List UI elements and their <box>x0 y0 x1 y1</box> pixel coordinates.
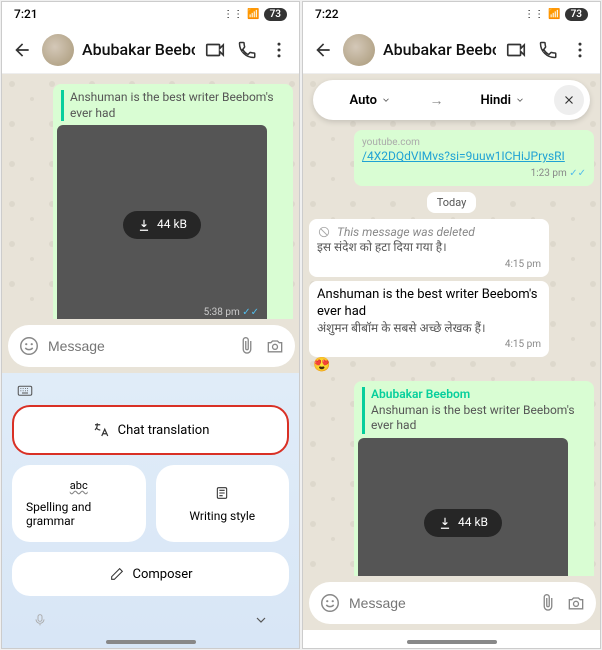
screen-left: 7:21 ⋮⋮ 📶 73 Abubakar Beebom Anshuman is… <box>1 1 300 649</box>
status-time: 7:22 <box>315 7 339 21</box>
screen-right: 7:22 ⋮⋮ 📶 73 Abubakar Beebom Auto → <box>302 1 601 649</box>
arrow-right-icon: → <box>422 92 452 109</box>
battery-level: 73 <box>264 8 287 21</box>
deleted-text-en: This message was deleted <box>337 225 475 241</box>
mic-small-icon[interactable] <box>32 612 48 628</box>
attach-icon[interactable] <box>237 336 257 356</box>
wifi-icon: ⋮⋮ <box>524 9 544 20</box>
avatar[interactable] <box>42 34 74 66</box>
status-icons: ⋮⋮ 📶 73 <box>524 8 588 21</box>
spelling-icon: abc <box>70 479 88 492</box>
status-time: 7:21 <box>14 7 38 21</box>
translate-to[interactable]: Hindi <box>452 93 555 108</box>
signal-icon: 📶 <box>548 9 560 20</box>
message-time: 4:15 pm <box>317 338 541 351</box>
file-size: 44 kB <box>157 217 187 233</box>
message-text-field[interactable] <box>349 595 530 611</box>
chat-area[interactable]: Auto → Hindi youtube.com /4X2DQdVIMvs?si… <box>303 74 600 576</box>
chat-area[interactable]: Anshuman is the best writer Beebom's eve… <box>2 74 299 319</box>
outgoing-link-message[interactable]: youtube.com /4X2DQdVIMvs?si=9uuw1ICHiJPr… <box>354 130 594 186</box>
emoji-icon[interactable] <box>18 335 40 357</box>
status-bar: 7:21 ⋮⋮ 📶 73 <box>2 2 299 26</box>
media-attachment[interactable]: 44 kB <box>358 438 568 576</box>
translate-bar: Auto → Hindi <box>313 80 590 120</box>
back-icon[interactable] <box>10 38 34 62</box>
message-time: 5:38 pm ✓✓ <box>204 306 259 319</box>
composer-label: Composer <box>133 567 193 582</box>
composer-button[interactable]: Composer <box>12 552 289 596</box>
status-bar: 7:22 ⋮⋮ 📶 73 <box>303 2 600 26</box>
deleted-message[interactable]: This message was deleted इस संदेश को हटा… <box>309 219 549 277</box>
media-attachment[interactable]: 44 kB 5:38 pm ✓✓ <box>57 125 267 319</box>
close-icon[interactable] <box>554 85 584 115</box>
read-ticks-icon: ✓✓ <box>569 168 586 179</box>
incoming-translated-message[interactable]: Anshuman is the best writer Beebom's eve… <box>309 281 549 357</box>
writing-style-label: Writing style <box>189 509 255 523</box>
attach-icon[interactable] <box>538 593 558 613</box>
message-text-en: Anshuman is the best writer Beebom's eve… <box>317 287 541 321</box>
chat-header: Abubakar Beebom <box>303 26 600 74</box>
spelling-grammar-button[interactable]: abc Spelling and grammar <box>12 465 146 542</box>
reaction[interactable]: 😍 <box>313 357 594 373</box>
chat-translation-button[interactable]: Chat translation <box>12 405 289 455</box>
contact-name[interactable]: Abubakar Beebom <box>82 40 195 59</box>
contact-name[interactable]: Abubakar Beebom <box>383 40 496 59</box>
message-time: 1:23 pm ✓✓ <box>362 167 586 180</box>
voice-call-icon[interactable] <box>536 38 560 62</box>
quoted-sender: Abubakar Beebom <box>371 387 586 403</box>
camera-icon[interactable] <box>265 336 285 356</box>
chat-header: Abubakar Beebom <box>2 26 299 74</box>
wifi-icon: ⋮⋮ <box>223 9 243 20</box>
message-input[interactable] <box>309 582 596 624</box>
writing-style-button[interactable]: Writing style <box>156 465 290 542</box>
chevron-down-icon[interactable] <box>253 612 269 628</box>
keyboard-icon[interactable] <box>16 381 34 399</box>
chat-translation-label: Chat translation <box>118 423 210 438</box>
date-chip: Today <box>427 192 477 213</box>
more-icon[interactable] <box>267 38 291 62</box>
keyboard-panel: Chat translation abc Spelling and gramma… <box>2 373 299 648</box>
nav-handle[interactable] <box>106 640 196 644</box>
download-button[interactable]: 44 kB <box>424 509 502 537</box>
camera-icon[interactable] <box>566 593 586 613</box>
translate-from[interactable]: Auto <box>319 93 422 108</box>
signal-icon: 📶 <box>247 9 259 20</box>
quoted-text: Anshuman is the best writer Beebom's eve… <box>371 403 586 434</box>
more-icon[interactable] <box>568 38 592 62</box>
message-time: 4:15 pm <box>317 258 541 271</box>
message-input-row <box>2 319 299 373</box>
voice-call-icon[interactable] <box>235 38 259 62</box>
link-fragment[interactable]: /4X2DQdVIMvs?si=9uuw1ICHiJPrysRI <box>362 149 586 165</box>
outgoing-reply-message[interactable]: Abubakar Beebom Anshuman is the best wri… <box>354 381 594 576</box>
avatar[interactable] <box>343 34 375 66</box>
battery-level: 73 <box>565 8 588 21</box>
message-input[interactable] <box>8 325 295 367</box>
link-domain: youtube.com <box>362 136 586 149</box>
message-text-field[interactable] <box>48 338 229 354</box>
nav-handle[interactable] <box>407 640 497 644</box>
emoji-icon[interactable] <box>319 592 341 614</box>
message-text-hi: अंशुमन बीबॉम के सबसे अच्छे लेखक हैं। <box>317 321 541 337</box>
outgoing-message[interactable]: Anshuman is the best writer Beebom's eve… <box>53 84 293 319</box>
prohibited-icon <box>317 225 331 239</box>
deleted-text-hi: इस संदेश को हटा दिया गया है। <box>317 240 541 256</box>
read-ticks-icon: ✓✓ <box>242 307 259 318</box>
file-size: 44 kB <box>458 515 488 531</box>
video-call-icon[interactable] <box>203 38 227 62</box>
message-input-row <box>303 576 600 630</box>
back-icon[interactable] <box>311 38 335 62</box>
quoted-text: Anshuman is the best writer Beebom's eve… <box>61 90 285 121</box>
status-icons: ⋮⋮ 📶 73 <box>223 8 287 21</box>
download-button[interactable]: 44 kB <box>123 211 201 239</box>
video-call-icon[interactable] <box>504 38 528 62</box>
spelling-grammar-label: Spelling and grammar <box>26 500 132 528</box>
